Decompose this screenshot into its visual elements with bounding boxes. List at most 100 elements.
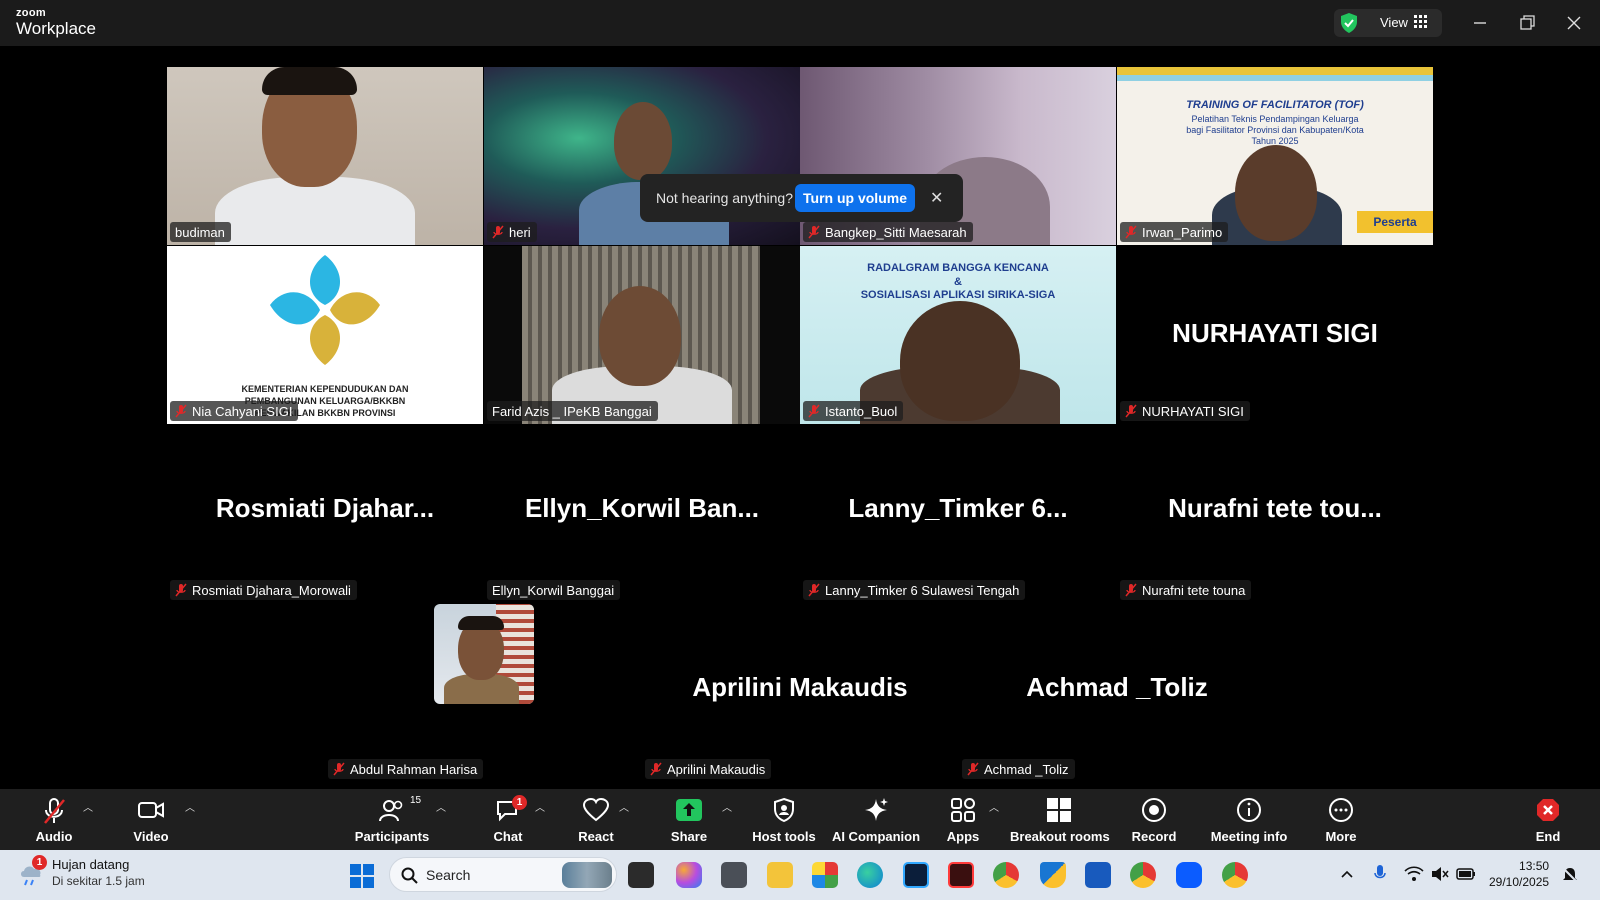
turn-up-volume-button[interactable]: Turn up volume — [795, 184, 915, 212]
participants-icon — [379, 800, 403, 822]
audio-button[interactable]: Audio — [24, 789, 84, 850]
shield-icon — [774, 797, 794, 823]
participant-tile-achmad-toliz[interactable]: Achmad _Toliz Achmad _Toliz — [959, 604, 1275, 782]
participant-name-label: Bangkep_Sitti Maesarah — [803, 222, 973, 242]
participant-name-label: Irwan_Parimo — [1120, 222, 1229, 242]
apps-options-chevron-icon[interactable]: ︿ — [989, 799, 999, 814]
participant-name: Bangkep_Sitti Maesarah — [825, 224, 967, 240]
participant-tile-nurafni[interactable]: Nurafni tete tou... Nurafni tete touna — [1117, 425, 1433, 603]
zoom-app-icon[interactable] — [1176, 862, 1202, 888]
encryption-shield-icon[interactable] — [1339, 12, 1359, 34]
system-clock[interactable]: 13:50 29/10/2025 — [1489, 858, 1549, 890]
muted-mic-icon — [44, 798, 65, 824]
restore-icon[interactable] — [1516, 12, 1538, 34]
participant-name-label: Nurafni tete touna — [1120, 580, 1252, 600]
muted-mic-icon — [175, 404, 187, 418]
chrome-icon[interactable] — [993, 862, 1019, 888]
participant-tile-aprilini-makaudis[interactable]: Aprilini Makaudis Aprilini Makaudis — [642, 604, 958, 782]
participant-display-name: Lanny_Timker 6... — [848, 493, 1068, 523]
host-tools-button[interactable]: Host tools — [749, 789, 819, 850]
participant-name: Rosmiati Djahara_Morowali — [192, 582, 351, 598]
volume-muted-icon[interactable] — [1430, 866, 1450, 882]
participant-name: Nurafni tete touna — [1142, 582, 1246, 598]
participant-display-name: NURHAYATI SIGI — [1172, 318, 1378, 348]
chat-options-chevron-icon[interactable]: ︿ — [535, 799, 545, 814]
participant-display-name: Aprilini Makaudis — [692, 672, 908, 702]
toast-close-icon[interactable]: ✕ — [930, 188, 943, 208]
share-button[interactable]: Share — [659, 789, 719, 850]
taskbar-search[interactable]: Search — [389, 857, 617, 892]
participant-name-label: Achmad _Toliz — [962, 759, 1075, 779]
ai-companion-button[interactable]: AI Companion — [831, 789, 921, 850]
participant-tile-nurhayati-sigi[interactable]: NURHAYATI SIGI NURHAYATI SIGI — [1117, 246, 1433, 424]
participant-tile-farid-azis[interactable]: Farid Azis _ IPeKB Banggai — [484, 246, 800, 424]
breakout-rooms-button[interactable]: Breakout rooms — [1010, 789, 1110, 850]
participant-tile-nia-cahyani-sigi[interactable]: KEMENTERIAN KEPENDUDUKAN DAN PEMBANGUNAN… — [167, 246, 483, 424]
chrome-profile-icon[interactable] — [1130, 862, 1156, 888]
photoshop-icon[interactable] — [903, 862, 929, 888]
muted-mic-icon — [1125, 583, 1137, 597]
audio-options-chevron-icon[interactable]: ︿ — [83, 799, 93, 814]
record-icon — [1142, 798, 1166, 822]
battery-icon[interactable] — [1456, 867, 1476, 881]
security-shield-icon[interactable] — [1040, 862, 1066, 888]
task-view-icon[interactable] — [628, 862, 654, 888]
share-options-chevron-icon[interactable]: ︿ — [722, 799, 732, 814]
word-icon[interactable] — [1085, 862, 1111, 888]
microphone-icon[interactable] — [1374, 864, 1386, 884]
title-bar: zoom Workplace View — [0, 0, 1600, 46]
record-button[interactable]: Record — [1124, 789, 1184, 850]
illustrator-icon[interactable] — [948, 862, 974, 888]
participant-name: Istanto_Buol — [825, 403, 898, 419]
file-explorer-icon[interactable] — [767, 862, 793, 888]
weather-title: Hujan datang — [52, 857, 130, 872]
participant-name-label: NURHAYATI SIGI — [1120, 401, 1250, 421]
notification-bell-icon[interactable] — [1561, 866, 1579, 884]
share-label: Share — [670, 829, 708, 844]
meeting-info-button[interactable]: Meeting info — [1205, 789, 1293, 850]
breakout-rooms-icon — [1047, 798, 1071, 822]
search-label: Search — [426, 867, 471, 883]
audio-toast: Not hearing anything? Turn up volume ✕ — [640, 174, 963, 222]
video-options-chevron-icon[interactable]: ︿ — [185, 799, 195, 814]
participant-name: Achmad _Toliz — [984, 761, 1069, 777]
participant-name: budiman — [175, 224, 225, 240]
radalgram-line-1: RADALGRAM BANGGA KENCANA — [867, 262, 1049, 274]
participant-tile-ellyn-korwil[interactable]: Ellyn_Korwil Ban... Ellyn_Korwil Banggai — [484, 425, 800, 603]
camera-app-icon[interactable] — [721, 862, 747, 888]
react-options-chevron-icon[interactable]: ︿ — [619, 799, 629, 814]
view-label: View — [1380, 15, 1408, 30]
windows-start-icon[interactable] — [350, 864, 374, 888]
audio-label: Audio — [35, 829, 73, 844]
copilot-icon[interactable] — [676, 862, 702, 888]
participant-name: Farid Azis _ IPeKB Banggai — [492, 403, 652, 419]
more-button[interactable]: More — [1311, 789, 1371, 850]
participant-tile-lanny-timker[interactable]: Lanny_Timker 6... Lanny_Timker 6 Sulawes… — [800, 425, 1116, 603]
participant-name-label: Lanny_Timker 6 Sulawesi Tengah — [803, 580, 1026, 600]
chat-button[interactable]: Chat — [478, 789, 538, 850]
tof-subtitle-1: Pelatihan Teknis Pendampingan Keluarga — [1191, 114, 1359, 124]
end-meeting-button[interactable]: End — [1518, 789, 1578, 850]
edge-browser-icon[interactable] — [857, 862, 883, 888]
chrome-profile-2-icon[interactable] — [1222, 862, 1248, 888]
end-meeting-icon — [1537, 799, 1559, 821]
wifi-icon[interactable] — [1404, 866, 1424, 882]
chevron-up-icon[interactable] — [1340, 869, 1354, 879]
participant-tile-budiman[interactable]: budiman — [167, 67, 483, 245]
react-button[interactable]: React — [566, 789, 626, 850]
video-gallery: budiman heri Bangkep_Sitti Maesarah TRAI… — [0, 46, 1600, 789]
sparkle-icon — [865, 798, 888, 821]
participant-tile-irwan-parimo[interactable]: TRAINING OF FACILITATOR (TOF) Pelatihan … — [1117, 67, 1433, 245]
participant-name: Aprilini Makaudis — [667, 761, 766, 777]
apps-button[interactable]: Apps — [933, 789, 993, 850]
participant-tile-abdul-rahman-harisa[interactable]: Abdul Rahman Harisa — [325, 604, 641, 782]
toast-message: Not hearing anything? — [656, 190, 793, 206]
participant-tile-istanto-buol[interactable]: RADALGRAM BANGGA KENCANA & SOSIALISASI A… — [800, 246, 1116, 424]
store-app-icon[interactable] — [812, 862, 838, 888]
video-button[interactable]: Video — [121, 789, 181, 850]
participant-tile-rosmiati[interactable]: Rosmiati Djahar... Rosmiati Djahara_Moro… — [167, 425, 483, 603]
close-window-icon[interactable] — [1563, 12, 1585, 34]
participant-name-label: budiman — [170, 222, 231, 242]
participants-options-chevron-icon[interactable]: ︿ — [436, 799, 446, 814]
minimize-icon[interactable] — [1469, 12, 1491, 34]
